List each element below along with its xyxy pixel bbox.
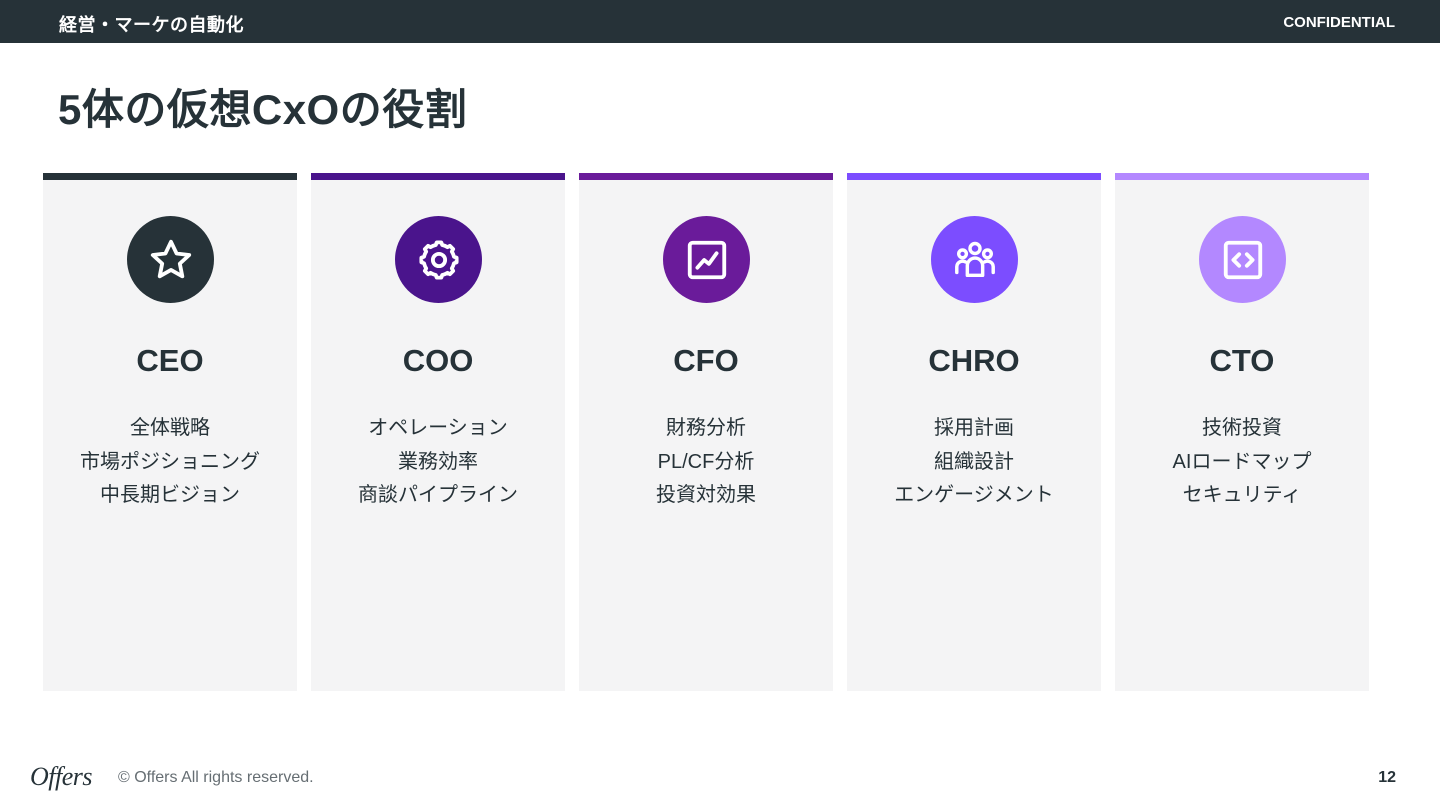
header-bar: 経営・マーケの自動化 CONFIDENTIAL (0, 0, 1440, 43)
confidential-label: CONFIDENTIAL (1283, 14, 1395, 31)
page-title: 5体の仮想CxOの役割 (58, 86, 468, 133)
duty-item: エンゲージメント (894, 484, 1054, 506)
duty-item: PL/CF分析 (657, 450, 755, 473)
duty-item: 技術投資 (1202, 417, 1282, 439)
card-cfo: CFO 財務分析 PL/CF分析 投資対効果 (579, 173, 833, 691)
card-chro: CHRO 採用計画 組織設計 エンゲージメント (847, 173, 1101, 691)
duty-item: 商談パイプライン (358, 484, 518, 506)
copyright: © Offers All rights reserved. (118, 769, 314, 786)
duties-list: 採用計画 組織設計 エンゲージメント (847, 412, 1101, 513)
duty-item: オペレーション (368, 417, 508, 439)
duty-item: 市場ポジショニング (80, 450, 260, 473)
role-title: CHRO (928, 343, 1020, 378)
duties-list: 技術投資 AIロードマップ セキュリティ (1115, 412, 1369, 513)
role-title: CTO (1209, 343, 1275, 378)
duty-item: 組織設計 (934, 450, 1014, 473)
card-cto: CTO 技術投資 AIロードマップ セキュリティ (1115, 173, 1369, 691)
duty-item: 業務効率 (398, 450, 478, 473)
role-title: COO (402, 343, 474, 378)
duty-item: セキュリティ (1182, 484, 1302, 506)
card-ceo: CEO 全体戦略 市場ポジショニング 中長期ビジョン (43, 173, 297, 691)
duty-item: 財務分析 (666, 417, 746, 439)
code-icon (1223, 240, 1262, 279)
chart-icon (687, 240, 726, 279)
section-title: 経営・マーケの自動化 (59, 15, 244, 35)
page-number: 12 (1378, 769, 1396, 786)
role-title: CFO (673, 343, 739, 378)
duties-list: 財務分析 PL/CF分析 投資対効果 (579, 412, 833, 513)
gear-icon (418, 239, 459, 280)
duties-list: 全体戦略 市場ポジショニング 中長期ビジョン (43, 412, 297, 513)
duty-item: AIロードマップ (1172, 450, 1312, 473)
role-title: CEO (136, 343, 204, 378)
duty-item: 全体戦略 (130, 417, 210, 439)
card-coo: COO オペレーション 業務効率 商談パイプライン (311, 173, 565, 691)
duty-item: 採用計画 (934, 417, 1014, 439)
icon-circle (931, 216, 1018, 303)
icon-circle (663, 216, 750, 303)
offers-logo: Offers (30, 762, 93, 791)
duty-item: 中長期ビジョン (100, 484, 240, 506)
icon-circle (395, 216, 482, 303)
duties-list: オペレーション 業務効率 商談パイプライン (311, 412, 565, 513)
people-icon (954, 241, 995, 277)
duty-item: 投資対効果 (656, 484, 756, 506)
star-icon (150, 239, 191, 278)
icon-circle (127, 216, 214, 303)
icon-circle (1199, 216, 1286, 303)
